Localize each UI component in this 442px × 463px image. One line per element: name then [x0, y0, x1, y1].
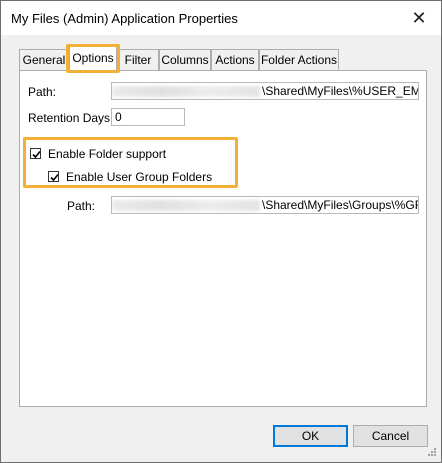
resize-grip-icon[interactable]: [425, 447, 437, 459]
checkbox-highlight: [23, 137, 238, 188]
retention-days-label: Retention Days:: [28, 111, 114, 125]
ok-button[interactable]: OK: [273, 425, 348, 447]
group-path-label: Path:: [67, 199, 96, 213]
options-tab-highlight: [66, 44, 120, 73]
tab-columns[interactable]: Columns: [159, 49, 211, 70]
tab-folder-actions[interactable]: Folder Actions: [259, 49, 339, 70]
title-bar: My Files (Admin) Application Properties …: [1, 1, 441, 35]
tab-filter[interactable]: Filter: [117, 49, 159, 70]
window-title: My Files (Admin) Application Properties: [11, 11, 238, 26]
tab-general[interactable]: General: [19, 49, 69, 70]
redacted-text: [112, 86, 260, 97]
retention-days-value: 0: [115, 110, 122, 124]
options-panel: Path: \Shared\MyFiles\%USER_EMAIL Retent…: [19, 70, 427, 407]
path-value: \Shared\MyFiles\%USER_EMAIL: [262, 84, 418, 98]
group-path-field[interactable]: \Shared\MyFiles\Groups\%GROU: [111, 196, 419, 214]
retention-days-input[interactable]: 0: [111, 108, 185, 126]
close-icon[interactable]: ✕: [405, 5, 433, 31]
cancel-button[interactable]: Cancel: [353, 425, 428, 447]
group-path-value: \Shared\MyFiles\Groups\%GROU: [262, 198, 418, 212]
path-field[interactable]: \Shared\MyFiles\%USER_EMAIL: [111, 82, 419, 100]
path-label: Path:: [28, 85, 57, 99]
redacted-text: [112, 200, 260, 211]
properties-dialog: My Files (Admin) Application Properties …: [0, 0, 442, 463]
tab-actions[interactable]: Actions: [211, 49, 259, 70]
